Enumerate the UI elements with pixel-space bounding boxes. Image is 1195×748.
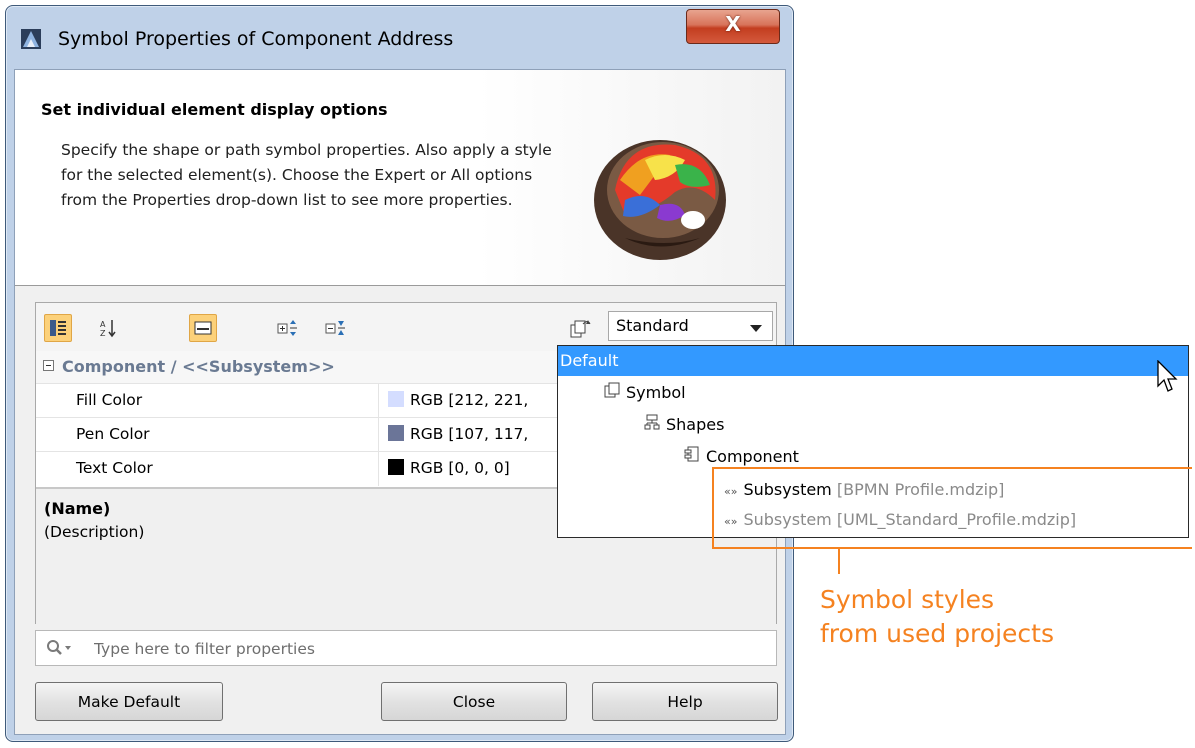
property-name: Pen Color xyxy=(76,425,150,443)
expand-all-button[interactable] xyxy=(274,314,302,342)
palette-icon xyxy=(594,140,726,260)
column-divider xyxy=(378,384,379,418)
sort-alphabetically-button[interactable]: A Z xyxy=(94,314,122,342)
chevron-down-icon xyxy=(750,325,762,332)
window-title: Symbol Properties of Component Address xyxy=(58,28,454,50)
property-name: Fill Color xyxy=(76,391,143,409)
annotation-bracket xyxy=(712,467,1192,549)
description-pane-icon xyxy=(194,321,212,335)
symbol-icon xyxy=(604,382,620,398)
collapse-all-button[interactable] xyxy=(322,314,350,342)
categorized-icon xyxy=(50,320,66,336)
style-item-label: Symbol xyxy=(626,383,686,402)
style-item-label: Default xyxy=(560,351,619,370)
header-panel: Set individual element display options S… xyxy=(15,70,785,286)
make-default-button[interactable]: Make Default xyxy=(35,682,223,721)
property-value[interactable]: RGB [107, 117, xyxy=(388,425,528,443)
color-swatch xyxy=(388,391,404,407)
expand-all-icon xyxy=(277,320,297,336)
annotation-text: Symbol styles from used projects xyxy=(820,583,1054,651)
property-name: Text Color xyxy=(76,459,153,477)
properties-mode-select[interactable]: Standard xyxy=(608,311,773,341)
property-group-label: Component / <<Subsystem>> xyxy=(62,357,335,376)
column-divider xyxy=(378,452,379,486)
style-item-label: Shapes xyxy=(666,415,725,434)
property-value[interactable]: RGB [212, 221, xyxy=(388,391,528,409)
header-title: Set individual element display options xyxy=(41,100,388,119)
collapse-all-icon xyxy=(325,321,345,335)
apply-style-icon xyxy=(570,320,591,338)
apply-style-button[interactable] xyxy=(566,314,594,342)
show-description-button[interactable] xyxy=(189,314,217,342)
header-description: Specify the shape or path symbol propert… xyxy=(61,141,552,209)
property-value-text: RGB [107, 117, xyxy=(410,425,529,443)
color-swatch xyxy=(388,459,404,475)
collapse-icon[interactable] xyxy=(43,360,54,371)
sort-az-icon: A Z xyxy=(100,320,116,338)
column-divider xyxy=(378,418,379,452)
help-button[interactable]: Help xyxy=(592,682,778,721)
annotation-connector xyxy=(838,549,840,574)
close-icon: X xyxy=(725,12,741,36)
property-value-text: RGB [0, 0, 0] xyxy=(410,459,510,477)
annotation-line-1: Symbol styles xyxy=(820,585,995,614)
filter-input[interactable] xyxy=(92,637,766,661)
title-bar[interactable]: Symbol Properties of Component Address X xyxy=(6,6,793,68)
mouse-pointer-icon xyxy=(1157,360,1178,392)
annotation-line-2: from used projects xyxy=(820,619,1054,648)
filter-box xyxy=(35,630,777,666)
description-name: (Name) xyxy=(44,499,111,518)
search-icon[interactable] xyxy=(46,639,74,657)
style-item-component[interactable]: Component xyxy=(684,446,799,466)
properties-mode-value: Standard xyxy=(616,316,689,335)
style-item-shapes[interactable]: Shapes xyxy=(644,414,724,434)
categorized-view-button[interactable] xyxy=(44,314,72,342)
property-value[interactable]: RGB [0, 0, 0] xyxy=(388,459,510,477)
style-item-symbol[interactable]: Symbol xyxy=(604,382,686,402)
style-item-default[interactable]: Default xyxy=(558,346,1188,376)
description-text: (Description) xyxy=(44,523,145,541)
app-icon xyxy=(21,29,41,49)
color-swatch xyxy=(388,425,404,441)
close-button[interactable]: Close xyxy=(381,682,567,721)
style-item-label: Component xyxy=(706,447,799,466)
shapes-icon xyxy=(644,414,660,430)
component-icon xyxy=(684,446,699,462)
svg-text:A: A xyxy=(100,320,106,329)
property-value-text: RGB [212, 221, xyxy=(410,391,529,409)
svg-text:Z: Z xyxy=(100,329,106,338)
window-close-button[interactable]: X xyxy=(686,9,780,44)
